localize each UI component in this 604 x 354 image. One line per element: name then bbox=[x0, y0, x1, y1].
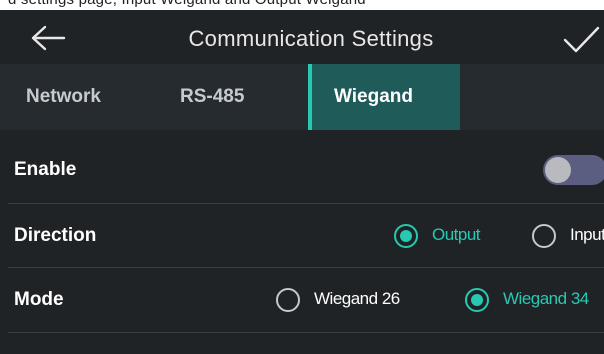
enable-row: Enable bbox=[0, 138, 604, 202]
divider bbox=[8, 332, 604, 333]
mode-row: Mode Wiegand 26 Wiegand 34 bbox=[0, 268, 604, 332]
toggle-knob bbox=[545, 157, 571, 183]
radio-checked-icon bbox=[465, 288, 489, 312]
tab-bar: Network RS-485 Wiegand bbox=[0, 64, 604, 130]
mode-wiegand26-label: Wiegand 26 bbox=[314, 289, 400, 308]
direction-row: Direction Output Input bbox=[0, 204, 604, 268]
tab-rs485[interactable]: RS-485 bbox=[160, 64, 310, 130]
mode-label: Mode bbox=[14, 289, 64, 310]
radio-unchecked-icon bbox=[276, 288, 300, 312]
direction-input-label: Input bbox=[570, 225, 604, 244]
mode-wiegand34-radio[interactable]: Wiegand 34 bbox=[465, 285, 604, 315]
direction-output-label: Output bbox=[432, 225, 481, 244]
mode-wiegand34-label: Wiegand 34 bbox=[503, 289, 589, 308]
header-bar: Communication Settings bbox=[0, 10, 604, 64]
enable-label: Enable bbox=[14, 159, 77, 180]
radio-unchecked-icon bbox=[532, 224, 556, 248]
tab-network[interactable]: Network bbox=[0, 64, 160, 130]
enable-toggle[interactable] bbox=[543, 155, 604, 185]
direction-label: Direction bbox=[14, 225, 97, 246]
radio-checked-icon bbox=[394, 224, 418, 248]
direction-output-radio[interactable]: Output bbox=[394, 221, 504, 251]
page-title: Communication Settings bbox=[188, 26, 434, 51]
tab-wiegand[interactable]: Wiegand bbox=[308, 64, 460, 130]
checkmark-icon[interactable] bbox=[562, 26, 600, 54]
direction-input-radio[interactable]: Input bbox=[532, 221, 604, 251]
top-caption-strip: d settings page, Input Weigand and Outpu… bbox=[0, 0, 604, 10]
top-caption-text: d settings page, Input Weigand and Outpu… bbox=[8, 0, 366, 8]
mode-wiegand26-radio[interactable]: Wiegand 26 bbox=[276, 285, 426, 315]
